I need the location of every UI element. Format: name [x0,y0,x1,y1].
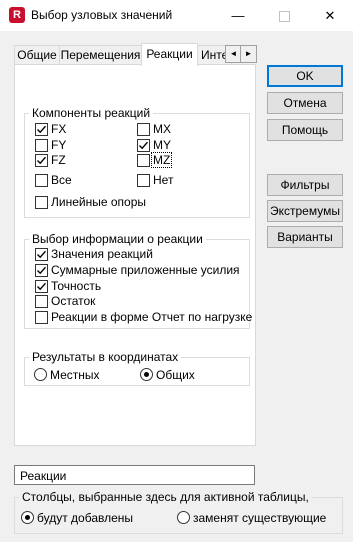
checkbox-none-label: Нет [153,173,174,187]
radio-replace[interactable] [177,511,190,524]
table-name-input[interactable]: Реакции [14,465,255,485]
radio-add-dot [25,515,30,520]
radio-global-dot [144,372,149,377]
checkbox-linear-supports[interactable] [35,196,48,209]
extremes-button[interactable]: Экстремумы [267,200,343,222]
close-button[interactable]: ✕ [307,0,353,31]
cancel-button[interactable]: Отмена [267,92,343,114]
help-button[interactable]: Помощь [267,119,343,141]
checkbox-my-label: MY [153,138,171,152]
checkbox-fz[interactable] [35,154,48,167]
checkbox-load-report-form-label: Реакции в форме Отчет по нагрузке [51,310,253,324]
checkbox-residual-label: Остаток [51,294,96,308]
checkbox-all-label: Все [51,173,72,187]
checkbox-fy-label: FY [51,138,67,152]
checkbox-load-report-form[interactable] [35,311,48,324]
filters-button[interactable]: Фильтры [267,174,343,196]
maximize-button[interactable] [261,0,307,31]
tab-scroll-right-button[interactable]: ► [240,45,257,63]
tab-reactions[interactable]: Реакции [141,43,198,66]
checkbox-reaction-values[interactable] [35,248,48,261]
tab-displacements[interactable]: Перемещения [59,45,142,65]
ok-button[interactable]: OK [267,65,343,87]
checkbox-reaction-values-label: Значения реакций [51,247,153,261]
checkbox-all[interactable] [35,174,48,187]
maximize-icon [278,11,290,23]
checkbox-fx[interactable] [35,123,48,136]
radio-local[interactable] [34,368,47,381]
checkbox-mz[interactable] [137,154,150,167]
checkbox-residual[interactable] [35,295,48,308]
radio-replace-label: заменят существующие [193,511,327,525]
checkbox-none[interactable] [137,174,150,187]
variants-button[interactable]: Варианты [267,226,343,248]
checkbox-my[interactable] [137,139,150,152]
minimize-button[interactable]: — [215,0,261,31]
checkbox-accuracy[interactable] [35,280,48,293]
coordinates-label: Результаты в координатах [29,350,182,364]
columns-mode-label: Столбцы, выбранные здесь для активной та… [19,490,312,504]
reaction-info-label: Выбор информации о реакции [29,232,206,246]
radio-global[interactable] [140,368,153,381]
checkbox-mx[interactable] [137,123,150,136]
checkbox-mz-label: MZ [150,152,173,168]
radio-global-label: Общих [156,368,195,382]
checkbox-fz-label: FZ [51,153,66,167]
checkbox-linear-supports-label: Линейные опоры [51,195,146,209]
app-icon: R [9,7,25,23]
checkbox-total-applied-forces[interactable] [35,264,48,277]
checkbox-accuracy-label: Точность [51,279,102,293]
tab-general[interactable]: Общие [14,45,60,65]
radio-local-label: Местных [50,368,100,382]
radio-add-label: будут добавлены [37,511,134,525]
radio-add[interactable] [21,511,34,524]
checkbox-mx-label: MX [153,122,171,136]
title-bar[interactable]: R Выбор узловых значений — ✕ [0,0,353,31]
checkbox-fy[interactable] [35,139,48,152]
checkbox-total-applied-forces-label: Суммарные приложенные усилия [51,263,240,277]
window-title: Выбор узловых значений [31,8,173,22]
checkbox-fx-label: FX [51,122,67,136]
reaction-components-label: Компоненты реакций [29,106,154,120]
